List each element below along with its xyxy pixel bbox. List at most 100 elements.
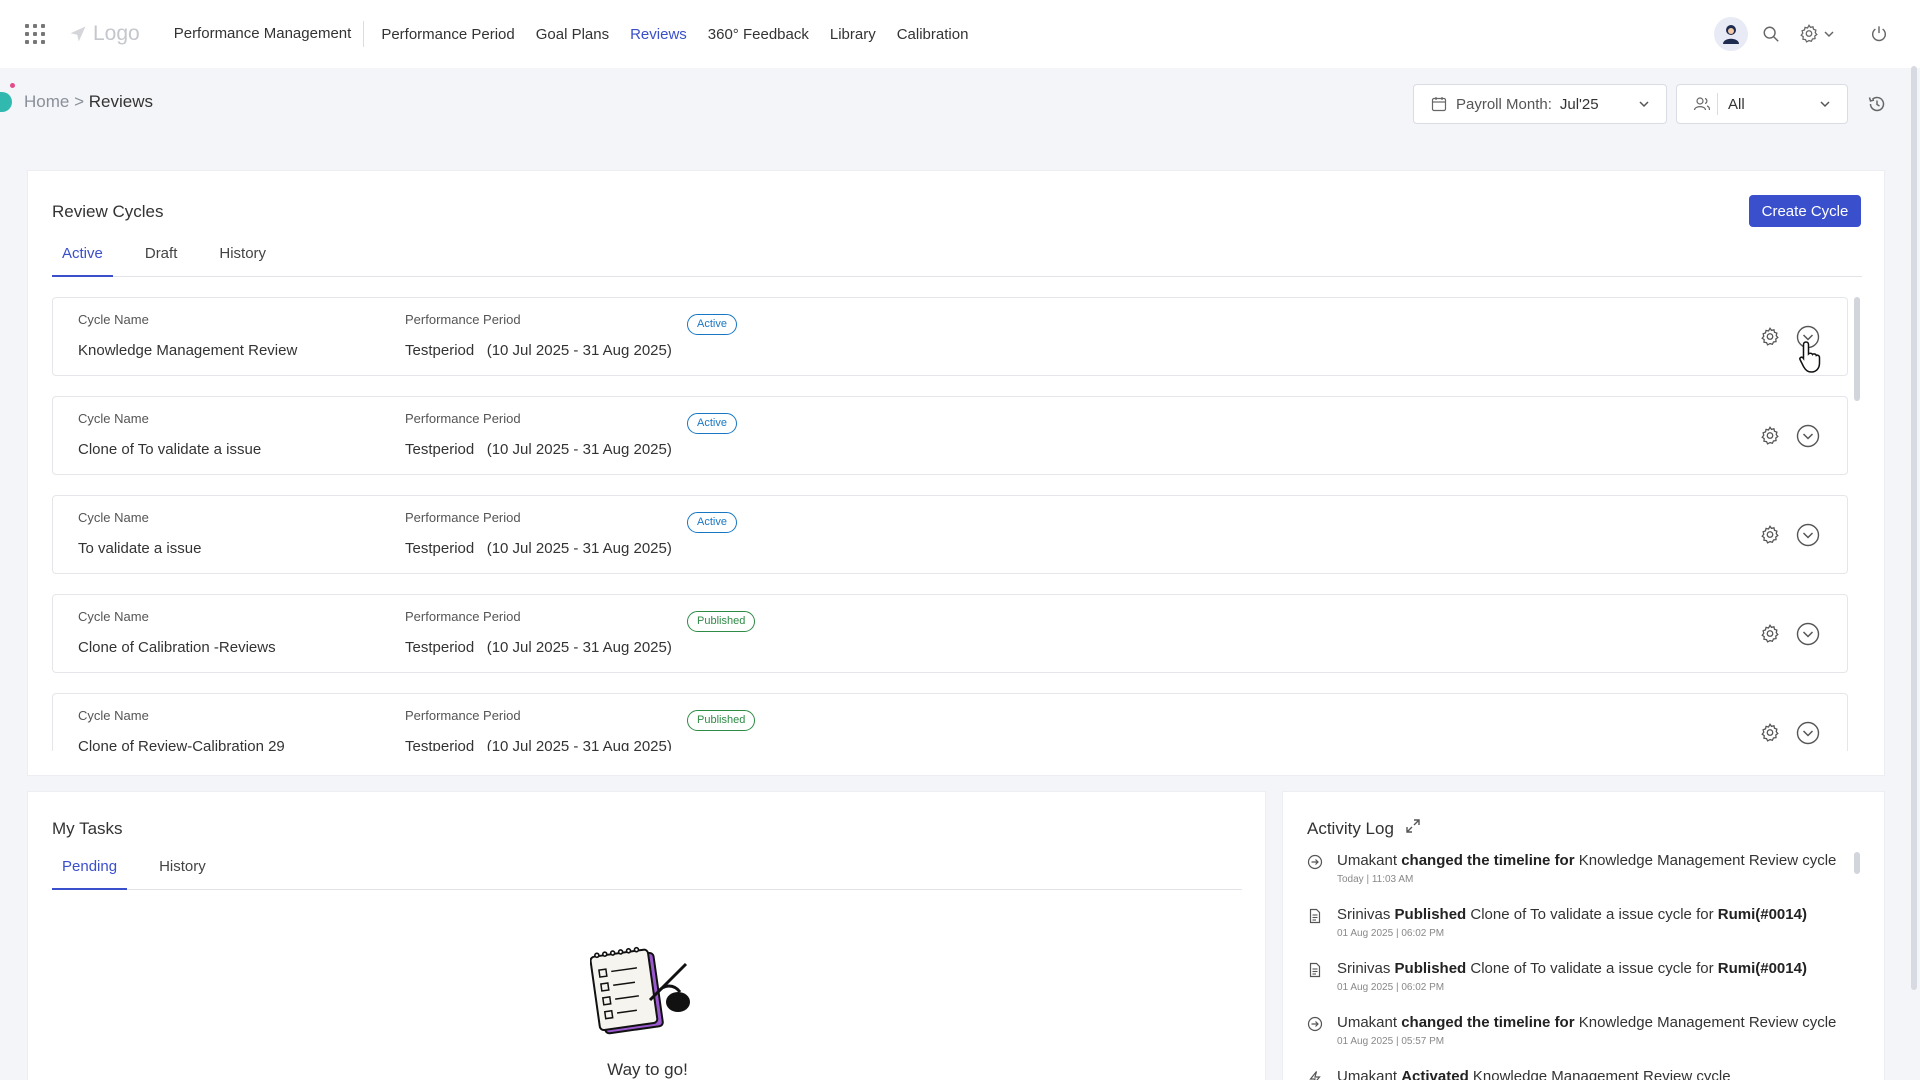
cycle-name-label: Cycle Name bbox=[78, 708, 149, 723]
activity-target: Rumi(#0014) bbox=[1717, 906, 1807, 923]
activity-action: Activated bbox=[1401, 1068, 1469, 1080]
page-scrollbar[interactable] bbox=[1911, 66, 1917, 990]
performance-period-label: Performance Period bbox=[405, 312, 521, 327]
apps-grid-icon[interactable] bbox=[25, 24, 45, 44]
paper-plane-icon bbox=[70, 26, 86, 42]
activity-subject: Knowledge Management Review cycle bbox=[1578, 852, 1837, 869]
activity-user: Umakant bbox=[1337, 1014, 1398, 1031]
review-cycle-row[interactable]: Cycle Name Clone of Review-Calibration 2… bbox=[52, 693, 1848, 751]
cycle-name: Clone of Calibration -Reviews bbox=[78, 639, 276, 656]
review-cycle-row[interactable]: Cycle Name To validate a issue Performan… bbox=[52, 495, 1848, 574]
activity-subject: Knowledge Management Review cycle bbox=[1472, 1068, 1731, 1080]
expand-icon[interactable] bbox=[1405, 818, 1421, 834]
avatar[interactable] bbox=[1714, 17, 1748, 51]
tab-draft[interactable]: Draft bbox=[135, 245, 188, 276]
tab-active[interactable]: Active bbox=[52, 245, 113, 277]
activity-entry: Umakant changed the timeline for Knowled… bbox=[1307, 1014, 1837, 1047]
my-tasks-title: My Tasks bbox=[52, 819, 123, 838]
payroll-month-value: Jul'25 bbox=[1559, 95, 1599, 113]
breadcrumb-home[interactable]: Home bbox=[24, 92, 69, 111]
top-navigation-bar: Logo Performance Management Performance … bbox=[0, 0, 1920, 68]
top-right-actions bbox=[1714, 0, 1920, 68]
activity-action: changed the timeline for bbox=[1401, 1014, 1575, 1031]
activity-timestamp: Today | 11:03 AM bbox=[1337, 874, 1414, 885]
arrow-circle-icon bbox=[1307, 1016, 1323, 1032]
cycle-name-label: Cycle Name bbox=[78, 312, 149, 327]
activity-log-panel: Activity Log Umakant changed the timelin… bbox=[1282, 791, 1885, 1080]
gear-icon bbox=[1800, 24, 1818, 43]
activity-action: changed the timeline for bbox=[1401, 852, 1575, 869]
gear-icon[interactable] bbox=[1759, 722, 1781, 744]
power-icon[interactable] bbox=[1870, 25, 1888, 43]
gear-icon[interactable] bbox=[1759, 524, 1781, 546]
tab-history[interactable]: History bbox=[149, 858, 216, 889]
expand-chevron-icon[interactable] bbox=[1796, 721, 1820, 745]
breadcrumb-separator: > bbox=[74, 92, 85, 111]
logo-text: Logo bbox=[93, 22, 140, 45]
empty-state-text: Way to go! bbox=[607, 1060, 688, 1079]
performance-period: Testperiod (10 Jul 2025 - 31 Aug 2025) bbox=[405, 540, 672, 557]
activity-entry: Umakant changed the timeline for Knowled… bbox=[1307, 852, 1837, 885]
activity-timestamp: 01 Aug 2025 | 05:57 PM bbox=[1337, 1036, 1445, 1047]
search-icon[interactable] bbox=[1762, 25, 1780, 43]
nav-link-library[interactable]: Library bbox=[830, 26, 876, 43]
checklist-illustration-icon bbox=[590, 946, 690, 1035]
gear-icon[interactable] bbox=[1759, 623, 1781, 645]
nav-section-title[interactable]: Performance Management bbox=[174, 21, 365, 47]
review-cycle-row[interactable]: Cycle Name Clone of To validate a issue … bbox=[52, 396, 1848, 475]
activity-action: Published bbox=[1394, 960, 1467, 977]
my-tasks-panel: My Tasks Pending History Way to go! bbox=[27, 791, 1266, 1080]
nav-links: Performance Period Goal Plans Reviews 36… bbox=[381, 26, 989, 43]
cycle-name-label: Cycle Name bbox=[78, 609, 149, 624]
people-icon bbox=[1693, 97, 1711, 111]
cycle-name-label: Cycle Name bbox=[78, 411, 149, 426]
tab-pending[interactable]: Pending bbox=[52, 858, 128, 890]
review-cycle-row[interactable]: Cycle Name Knowledge Management Review P… bbox=[52, 297, 1848, 376]
expand-chevron-icon[interactable] bbox=[1796, 424, 1820, 448]
performance-period: Testperiod (10 Jul 2025 - 31 Aug 2025) bbox=[405, 639, 672, 656]
chevron-down-icon bbox=[1824, 31, 1834, 38]
chevron-down-icon bbox=[1820, 101, 1830, 108]
document-icon bbox=[1309, 962, 1321, 978]
activity-entry: Srinivas Published Clone of To validate … bbox=[1307, 906, 1837, 939]
nav-link-calibration[interactable]: Calibration bbox=[897, 26, 969, 43]
review-cycle-row[interactable]: Cycle Name Clone of Calibration -Reviews… bbox=[52, 594, 1848, 673]
performance-period: Testperiod (10 Jul 2025 - 31 Aug 2025) bbox=[405, 738, 672, 751]
performance-period-label: Performance Period bbox=[405, 510, 521, 525]
expand-chevron-icon[interactable] bbox=[1796, 622, 1820, 646]
history-icon[interactable] bbox=[1867, 94, 1887, 114]
gear-icon[interactable] bbox=[1759, 326, 1781, 348]
nav-link-360-feedback[interactable]: 360° Feedback bbox=[708, 26, 809, 43]
cycle-name: Knowledge Management Review bbox=[78, 342, 298, 359]
settings-dropdown[interactable] bbox=[1798, 23, 1834, 45]
activity-log-title: Activity Log bbox=[1307, 819, 1394, 838]
arrow-circle-icon bbox=[1307, 854, 1323, 870]
gear-icon[interactable] bbox=[1759, 425, 1781, 447]
activity-user: Umakant bbox=[1337, 852, 1398, 869]
payroll-month-label: Payroll Month: bbox=[1456, 95, 1552, 113]
user-avatar-icon bbox=[1723, 25, 1739, 44]
review-cycle-list[interactable]: Cycle Name Knowledge Management Review P… bbox=[52, 297, 1848, 751]
nav-link-reviews[interactable]: Reviews bbox=[630, 26, 687, 43]
cycle-name: To validate a issue bbox=[78, 540, 202, 557]
create-cycle-button[interactable]: Create Cycle bbox=[1749, 195, 1861, 227]
review-cycles-panel: Review Cycles Create Cycle Active Draft … bbox=[27, 170, 1885, 776]
activity-log-scrollbar[interactable] bbox=[1854, 852, 1860, 874]
activity-entry: Srinivas Published Clone of To validate … bbox=[1307, 960, 1837, 993]
tab-history[interactable]: History bbox=[209, 245, 276, 276]
cycle-name: Clone of Review-Calibration 29 bbox=[78, 738, 285, 751]
people-filter-select[interactable]: All bbox=[1676, 84, 1848, 124]
cycle-name: Clone of To validate a issue bbox=[78, 441, 262, 458]
review-cycle-scrollbar[interactable] bbox=[1854, 297, 1860, 401]
activity-timestamp: 01 Aug 2025 | 06:02 PM bbox=[1337, 928, 1445, 939]
payroll-month-select[interactable]: Payroll Month: Jul'25 bbox=[1413, 84, 1667, 124]
performance-period-label: Performance Period bbox=[405, 708, 521, 723]
breadcrumb-current: Reviews bbox=[88, 92, 154, 111]
expand-chevron-icon[interactable] bbox=[1796, 523, 1820, 547]
decorative-dot bbox=[10, 83, 15, 88]
logo[interactable]: Logo bbox=[69, 22, 140, 46]
nav-link-goal-plans[interactable]: Goal Plans bbox=[536, 26, 609, 43]
nav-link-performance-period[interactable]: Performance Period bbox=[381, 26, 514, 43]
calendar-icon bbox=[1431, 97, 1447, 112]
performance-period-label: Performance Period bbox=[405, 411, 521, 426]
